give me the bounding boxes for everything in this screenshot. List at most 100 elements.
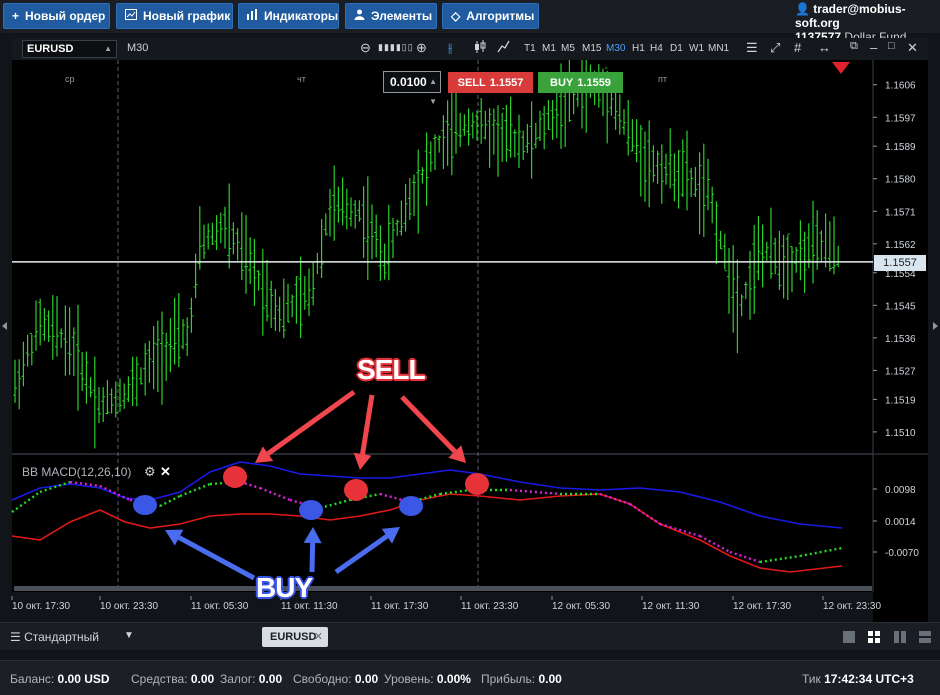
- sell-signal-marker: [465, 473, 489, 495]
- timeframe-h1[interactable]: H1: [632, 43, 645, 54]
- grid-icon[interactable]: #: [794, 40, 801, 55]
- layout-select[interactable]: ☰ Стандартный: [10, 630, 99, 644]
- timezone[interactable]: UTC+3: [876, 672, 914, 686]
- time-tick-label: 12 окт. 23:30: [823, 601, 881, 612]
- margin-value: 0.00: [258, 672, 283, 686]
- status-funds: Средства: 0.00: [131, 672, 214, 686]
- plus-icon: +: [12, 9, 20, 23]
- current-timeframe: M30: [127, 42, 149, 54]
- timeframe-m30[interactable]: M30: [606, 43, 625, 54]
- close-icon[interactable]: ✕: [160, 464, 171, 480]
- layout-rows-icon[interactable]: [918, 630, 932, 644]
- indicator-list-icon[interactable]: ☰: [746, 40, 758, 56]
- indicators-button[interactable]: Индикаторы: [238, 3, 339, 29]
- status-free: Свободно: 0.00: [293, 672, 378, 686]
- indicator-tick-label: 0.0098: [885, 485, 916, 496]
- elements-button[interactable]: Элементы: [345, 3, 437, 29]
- sell-button[interactable]: SELL 1.1557: [448, 72, 533, 93]
- timeframe-mn1[interactable]: MN1: [708, 43, 729, 54]
- layout-grid-icon[interactable]: [867, 630, 881, 644]
- symbol-select[interactable]: EURUSD ▲▼: [22, 40, 117, 69]
- menu-icon: ☰: [10, 630, 21, 644]
- price-tick-label: 1.1545: [885, 301, 916, 312]
- day-label: ср: [65, 74, 75, 84]
- profit-label: Прибыль:: [481, 672, 536, 686]
- main-toolbar: + Новый ордер Новый график Индикаторы Эл…: [0, 0, 940, 44]
- candles-icon[interactable]: [474, 40, 486, 57]
- left-arrow-icon[interactable]: [2, 322, 7, 330]
- zoom-out-icon[interactable]: ⊖: [360, 40, 371, 56]
- time-tick-label: 12 окт. 17:30: [733, 601, 791, 612]
- chart-toolbar: EURUSD ▲▼ M30 ⊖ ▮▮▮▮▯▯ ⊕ ⫲ T1 M1 M5 M15 M30 H…: [12, 38, 928, 69]
- layout-single-icon[interactable]: [842, 630, 856, 644]
- chart-tab-label: EURUSD: [270, 631, 317, 643]
- zoom-slider[interactable]: ▮▮▮▮▯▯: [378, 42, 414, 53]
- buy-arrow-shaft: [309, 542, 316, 573]
- diamond-icon: ◇: [451, 9, 461, 23]
- right-arrow-icon[interactable]: [933, 322, 938, 330]
- price-tick-label: 1.1510: [885, 428, 916, 439]
- price-tick-label: 1.1519: [885, 395, 916, 406]
- margin-label: Залог:: [220, 672, 256, 686]
- free-label: Свободно:: [293, 672, 352, 686]
- tick-time: 17:42:34: [824, 672, 873, 686]
- timeframe-t1[interactable]: T1: [524, 43, 536, 54]
- sell-signal-marker: [344, 479, 368, 501]
- new-order-button[interactable]: + Новый ордер: [3, 3, 110, 29]
- algorithms-button[interactable]: ◇ Алгоритмы: [442, 3, 539, 29]
- workspace-tabbar: ☰ Стандартный ▼ EURUSD ✕: [0, 622, 940, 650]
- price-tick-label: 1.1562: [885, 240, 916, 251]
- new-chart-label: Новый график: [143, 9, 231, 23]
- crosshair-icon[interactable]: ⫲: [448, 40, 452, 56]
- chart-tab-eurusd[interactable]: EURUSD ✕: [262, 627, 328, 647]
- timeframe-w1[interactable]: W1: [689, 43, 704, 54]
- detach-icon[interactable]: ⧉: [850, 40, 858, 53]
- indicator-tick-label: -0.0070: [885, 548, 919, 559]
- timeframe-h4[interactable]: H4: [650, 43, 663, 54]
- status-balance: Баланс: 0.00 USD: [10, 672, 110, 686]
- price-chart[interactable]: ср чт пт 1.1606 1.1597 1.1589 1.1580 1.1571 1.15…: [0, 60, 940, 622]
- sell-annotation: SELL: [357, 354, 426, 385]
- algorithms-label: Алгоритмы: [466, 9, 535, 23]
- maximize-icon[interactable]: □: [888, 40, 895, 52]
- buy-price: 1.1559: [577, 76, 611, 89]
- minimize-icon[interactable]: –: [870, 40, 877, 55]
- timeframe-m1[interactable]: M1: [542, 43, 556, 54]
- close-icon[interactable]: ✕: [907, 40, 918, 56]
- buy-button[interactable]: BUY 1.1559: [538, 72, 623, 93]
- sell-signal-marker: [223, 466, 247, 488]
- price-tick-label: 1.1606: [885, 81, 916, 92]
- free-value: 0.00: [354, 672, 379, 686]
- gear-icon[interactable]: ⚙: [144, 464, 156, 480]
- buy-signal-marker: [299, 500, 323, 520]
- new-chart-button[interactable]: Новый график: [116, 3, 233, 29]
- timeframe-m15[interactable]: M15: [582, 43, 601, 54]
- layout-name-label: Стандартный: [24, 630, 99, 644]
- current-price-marker: 1.1557: [874, 255, 926, 271]
- balance-currency: USD: [84, 672, 110, 686]
- main-plot-area: [12, 60, 873, 453]
- indicators-icon: [247, 9, 258, 23]
- chart-scrollbar[interactable]: [14, 586, 872, 591]
- chevron-down-icon[interactable]: ▼: [124, 630, 134, 641]
- buy-signal-marker: [399, 496, 423, 516]
- indicator-tick-label: 0.0014: [885, 517, 916, 528]
- timeframe-d1[interactable]: D1: [670, 43, 683, 54]
- zoom-in-icon[interactable]: ⊕: [416, 40, 427, 56]
- status-level: Уровень: 0.00%: [384, 672, 471, 686]
- level-value: 0.00%: [436, 672, 471, 686]
- buy-label: BUY: [550, 76, 574, 89]
- lot-size-input[interactable]: 0.0100 ▲ ▼: [383, 71, 441, 106]
- close-icon[interactable]: ✕: [314, 627, 323, 647]
- user-icon: 👤: [795, 2, 810, 16]
- fit-icon[interactable]: ↔: [818, 40, 831, 55]
- time-tick-label: 10 окт. 23:30: [100, 601, 158, 612]
- line-chart-icon[interactable]: [497, 40, 510, 56]
- funds-value: 0.00: [190, 672, 215, 686]
- balance-value: 0.00: [57, 672, 81, 686]
- timeframe-m5[interactable]: M5: [561, 43, 575, 54]
- layout-columns-icon[interactable]: [893, 630, 907, 644]
- status-profit: Прибыль: 0.00: [481, 672, 562, 686]
- autoscroll-icon[interactable]: ⤢: [770, 40, 780, 56]
- user-icon: [354, 9, 365, 23]
